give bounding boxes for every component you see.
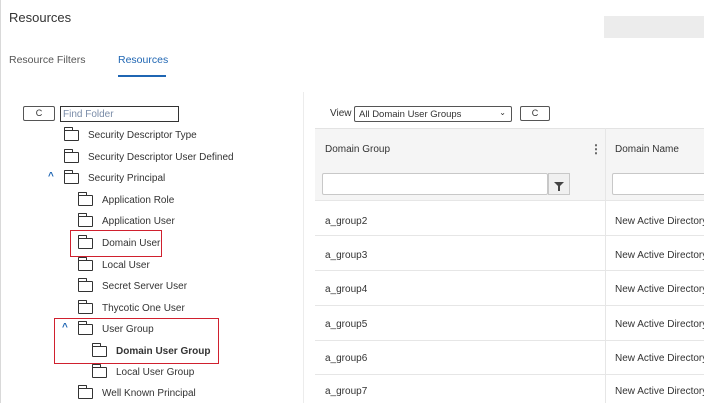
cell-domain-name: New Active Directory bbox=[615, 216, 704, 227]
cell-domain-group: a_group7 bbox=[325, 386, 368, 397]
folder-icon bbox=[63, 148, 79, 163]
folder-icon bbox=[63, 126, 79, 141]
tree-item-thycotic-one-user[interactable]: Thycotic One User bbox=[77, 299, 185, 317]
tree-refresh-button[interactable]: C bbox=[23, 106, 55, 121]
folder-icon bbox=[77, 256, 93, 271]
find-folder-input[interactable] bbox=[60, 106, 179, 122]
cell-domain-name: New Active Directory bbox=[615, 250, 704, 261]
tree-item-local-user[interactable]: Local User bbox=[77, 256, 150, 274]
cell-domain-group: a_group4 bbox=[325, 284, 368, 295]
highlight-box-domain-user bbox=[70, 230, 162, 257]
folder-icon bbox=[77, 384, 93, 399]
folder-icon bbox=[77, 299, 93, 314]
tree-item-local-user-group[interactable]: Local User Group bbox=[91, 363, 195, 381]
cell-domain-group: a_group5 bbox=[325, 319, 368, 330]
table-row[interactable]: a_group4 New Active Directory bbox=[315, 270, 704, 305]
folder-icon bbox=[91, 363, 107, 378]
tree-item-security-principal[interactable]: Security Principal bbox=[63, 169, 166, 187]
domain-name-filter-input[interactable] bbox=[612, 173, 704, 195]
table-row[interactable]: a_group2 New Active Directory bbox=[315, 200, 704, 235]
filter-button[interactable] bbox=[548, 173, 570, 195]
tree-item-label: Security Descriptor User Defined bbox=[88, 151, 234, 163]
table-row[interactable]: a_group6 New Active Directory bbox=[315, 340, 704, 375]
tree-item-well-known-principal[interactable]: Well Known Principal bbox=[77, 384, 196, 402]
filter-icon bbox=[554, 181, 564, 191]
chevron-up-icon[interactable]: ^ bbox=[48, 171, 54, 182]
tree-item-label: Well Known Principal bbox=[102, 387, 196, 399]
column-header-domain-group[interactable]: Domain Group bbox=[325, 144, 390, 155]
folder-icon bbox=[77, 277, 93, 292]
header-toolbar-area bbox=[604, 16, 704, 38]
tab-resources[interactable]: Resources bbox=[118, 54, 168, 66]
tree-item-label: Local User Group bbox=[116, 366, 195, 378]
domain-group-filter-input[interactable] bbox=[322, 173, 548, 195]
view-select[interactable]: All Domain User Groups ⌄ bbox=[354, 106, 512, 122]
folder-icon bbox=[77, 212, 93, 227]
tree-item-application-role[interactable]: Application Role bbox=[77, 191, 175, 209]
tree-item-label: Application User bbox=[102, 215, 175, 227]
table-row[interactable]: a_group3 New Active Directory bbox=[315, 235, 704, 270]
tree-item-label: Security Principal bbox=[88, 172, 166, 184]
tree-item-label: Secret Server User bbox=[102, 280, 188, 292]
column-menu-icon[interactable]: ⋮ bbox=[590, 142, 602, 156]
tree-item-label: Application Role bbox=[102, 194, 175, 206]
grid-refresh-button[interactable]: C bbox=[520, 106, 550, 121]
cell-domain-group: a_group2 bbox=[325, 216, 368, 227]
column-header-domain-name[interactable]: Domain Name bbox=[615, 144, 679, 155]
cell-domain-group: a_group6 bbox=[325, 353, 368, 364]
tree-item-label: Local User bbox=[102, 259, 150, 271]
tree-item-security-descriptor-type[interactable]: Security Descriptor Type bbox=[63, 126, 197, 144]
view-select-value: All Domain User Groups bbox=[359, 108, 462, 120]
tree-item-security-descriptor-user-defined[interactable]: Security Descriptor User Defined bbox=[63, 148, 234, 166]
view-label: View bbox=[330, 108, 352, 119]
tree-item-application-user[interactable]: Application User bbox=[77, 212, 175, 230]
chevron-down-icon: ⌄ bbox=[499, 108, 506, 117]
active-tab-indicator bbox=[118, 75, 166, 77]
cell-domain-name: New Active Directory bbox=[615, 386, 704, 397]
tree-item-secret-server-user[interactable]: Secret Server User bbox=[77, 277, 188, 295]
tree-item-label: Thycotic One User bbox=[102, 302, 185, 314]
folder-icon bbox=[63, 169, 79, 184]
table-row[interactable]: a_group5 New Active Directory bbox=[315, 305, 704, 340]
panel-divider[interactable] bbox=[303, 92, 304, 403]
highlight-box-user-group bbox=[54, 318, 219, 364]
table-row[interactable]: a_group7 New Active Directory bbox=[315, 374, 704, 403]
page-title: Resources bbox=[9, 10, 72, 25]
tree-item-label: Security Descriptor Type bbox=[88, 129, 197, 141]
cell-domain-name: New Active Directory bbox=[615, 353, 704, 364]
tab-resource-filters[interactable]: Resource Filters bbox=[9, 54, 85, 66]
cell-domain-name: New Active Directory bbox=[615, 284, 704, 295]
folder-icon bbox=[77, 191, 93, 206]
tab-bar: Resource Filters Resources bbox=[1, 44, 704, 78]
cell-domain-group: a_group3 bbox=[325, 250, 368, 261]
cell-domain-name: New Active Directory bbox=[615, 319, 704, 330]
